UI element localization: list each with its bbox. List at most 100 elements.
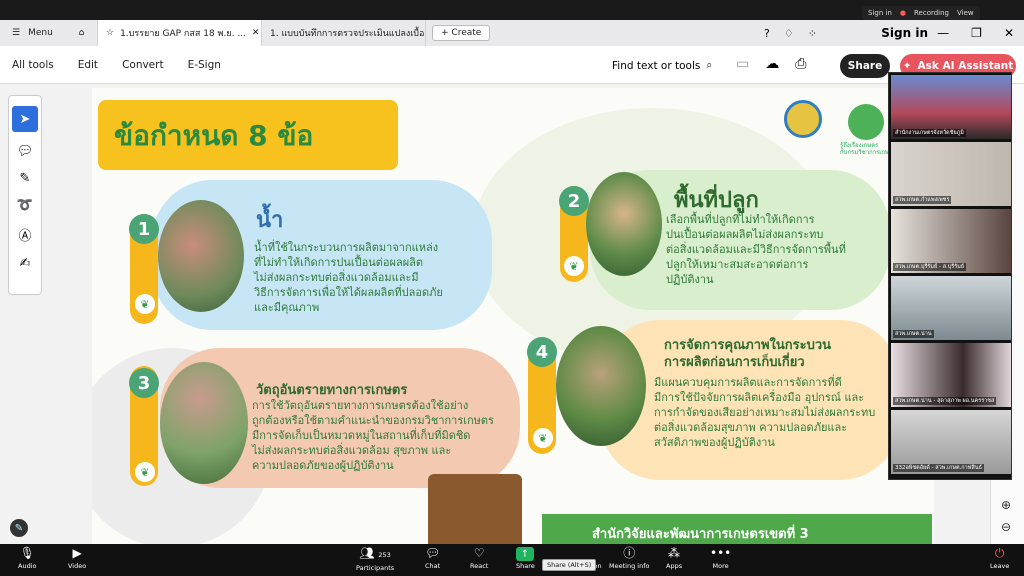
item3-heading: วัตถุอันตรายทางการเกษตร [256,383,408,398]
zoom-in-icon[interactable]: ⊕ [1001,498,1011,512]
doa-leaf-logo [848,104,884,140]
leaf-icon: ❦ [564,256,584,276]
leaf-icon: ❦ [135,294,155,314]
recording-indicator: ● [899,9,906,17]
participants-button[interactable]: 👥︎ 253 Participants [356,546,394,572]
star-icon[interactable]: ☆ [106,28,114,38]
share-arrow-icon[interactable]: ↑ [516,547,534,561]
info-icon: ⓘ [623,546,636,560]
video-tile[interactable]: สวพ.เกษต.บุรีรัมย์ - ส.บุรีรัมย์ [891,209,1011,273]
meeting-info-button[interactable]: ⓘ Meeting info [609,546,649,570]
home-tab[interactable]: ⌂ [66,20,98,46]
create-label: Create [451,28,482,38]
video-tile[interactable]: 332อพิชตอัยด์ - สวพ.เกษต.กาฬสินธ์ [891,410,1011,474]
zoom-signin-link[interactable]: Sign in [868,9,892,17]
more-label: More [712,562,729,570]
share-screen-button[interactable]: Share [516,562,535,570]
restore-icon[interactable]: ❐ [971,26,982,40]
menu-button[interactable]: ☰ Menu [0,28,66,38]
item3-number: 3 [129,368,159,398]
apps-grid-icon[interactable]: ⁘ [808,27,817,40]
share-tooltip: Share (Alt+S) [542,559,597,571]
select-pointer-icon[interactable]: ➤ [12,106,38,132]
item1-text: น้ำที่ใช้ในกระบวนการผลิตมาจากแหล่ง ที่ไม… [254,241,443,314]
react-button[interactable]: ♡ React [470,546,488,570]
convert-menu[interactable]: Convert [110,59,176,71]
share-button[interactable]: Share [840,54,890,78]
home-icon: ⌂ [78,28,85,38]
minimize-icon[interactable]: — [937,26,949,40]
item2-text: เลือกพื้นที่ปลูกที่ไม่ทำให้เกิดการ ปนเปื… [666,213,846,286]
print-icon[interactable]: ⎙ [795,56,806,72]
bell-icon[interactable]: ♢ [784,27,794,40]
window-controls: — ❐ ✕ [937,26,1014,40]
item4-number: 4 [527,337,557,367]
save-icon[interactable]: ▭ [736,56,749,72]
text-box-icon[interactable]: Ⓐ [18,225,31,244]
draw-lasso-icon[interactable]: ➰ [17,198,33,213]
chat-icon: 💬︎ [425,546,441,560]
help-icon[interactable]: ? [764,27,770,40]
zoom-out-icon[interactable]: ⊖ [1001,520,1011,534]
chat-label: Chat [425,562,441,570]
leave-button[interactable]: ⏻ Leave [990,546,1009,570]
apps-icon: ⁂ [668,546,681,560]
tab-title: 1.บรรยาย GAP กสส 18 พ.ย. ... [120,29,246,39]
video-tile[interactable]: สวพ.เกษต.น่าน - สุดาสุภาพ ผอ.นครราชส [891,343,1011,407]
find-tools[interactable]: Find text or tools ⌕ [612,59,712,72]
upload-cloud-icon[interactable]: ☁ [765,56,779,72]
participant-name: สวพ.เกษต.กำแพงเพชร [893,196,952,204]
view-button[interactable]: View [957,9,974,17]
create-button[interactable]: + Create [432,25,491,41]
zoom-meeting-controls: 🎙︎ Audio ▶ Video 👥︎ 253 Participants 💬︎ Chat… [0,544,1024,576]
meeting-info-label: Meeting info [609,562,650,570]
comment-icon[interactable]: 💬︎ [17,144,34,159]
market-stall-illustration [428,474,522,544]
video-tile[interactable]: สวพ.เกษต.กำแพงเพชร [891,142,1011,206]
participants-label: Participants [356,564,395,572]
doa-seal-logo [784,100,822,138]
audio-label: Audio [18,562,37,570]
item1-heading: น้ำ [256,208,284,233]
signin-button[interactable]: Sign in [881,26,928,40]
ai-assistant-label: Ask AI Assistant [917,60,1014,72]
all-tools-menu[interactable]: All tools [0,59,66,71]
highlight-pen-icon[interactable]: ✎ [20,171,31,186]
share-screen-label: Share [516,562,535,570]
apps-button[interactable]: ⁂ Apps [666,546,682,570]
edit-menu[interactable]: Edit [66,59,110,71]
video-tile[interactable]: สำนักงานเกษตรจังหวัดชัยภูมิ [891,75,1011,139]
tab-active-document[interactable]: ☆ 1.บรรยาย GAP กสส 18 พ.ย. ... ✕ [98,20,262,46]
video-button[interactable]: ▶ Video [68,546,86,570]
plus-icon: + [441,28,452,38]
participant-name: สำนักงานเกษตรจังหวัดชัยภูมิ [893,129,966,137]
tab-bar: ☰ Menu ⌂ ☆ 1.บรรยาย GAP กสส 18 พ.ย. ... … [0,20,1024,46]
slide-title: ข้อกำหนด 8 ข้อ [114,119,314,152]
video-label: Video [68,562,87,570]
video-tile[interactable]: สวพ.เกษต.น่าน [891,276,1011,340]
slide-footer-text: สำนักวิจัยและพัฒนาการเกษตรเขตที่ 3 [592,527,809,542]
find-label: Find text or tools [612,59,701,72]
toolbar-icons: ▭ ☁ ⎙ [736,56,806,72]
item1-number: 1 [129,214,159,244]
more-button[interactable]: ••• More [710,546,731,570]
tab-second-document[interactable]: 1. แบบบันทึกการตรวจประเมินแปลงเบื้อง... [262,20,426,46]
greenhouse-photo [556,326,646,446]
participant-count: 253 [378,551,391,559]
close-window-icon[interactable]: ✕ [1004,26,1014,40]
edit-pen-icon[interactable]: ✎ [10,519,28,537]
leave-icon: ⏻ [994,546,1005,560]
hamburger-icon: ☰ [12,28,21,38]
participant-name: สวพ.เกษต.น่าน [893,330,934,338]
chat-button[interactable]: 💬︎ Chat [425,546,440,570]
sign-icon[interactable]: ✍ [20,256,31,271]
participant-name: สวพ.เกษต.น่าน - สุดาสุภาพ ผอ.นครราชส [893,397,997,405]
apps-label: Apps [666,562,683,570]
microphone-icon: 🎙︎ [19,546,35,560]
leaf-icon: ❦ [533,428,553,448]
audio-button[interactable]: 🎙︎ Audio [18,546,36,570]
menu-label: Menu [28,28,53,38]
close-tab-icon[interactable]: ✕ [252,28,260,38]
esign-menu[interactable]: E-Sign [176,59,233,71]
item3-text: การใช้วัตถุอันตรายทางการเกษตรต้องใช้อย่า… [252,399,494,472]
